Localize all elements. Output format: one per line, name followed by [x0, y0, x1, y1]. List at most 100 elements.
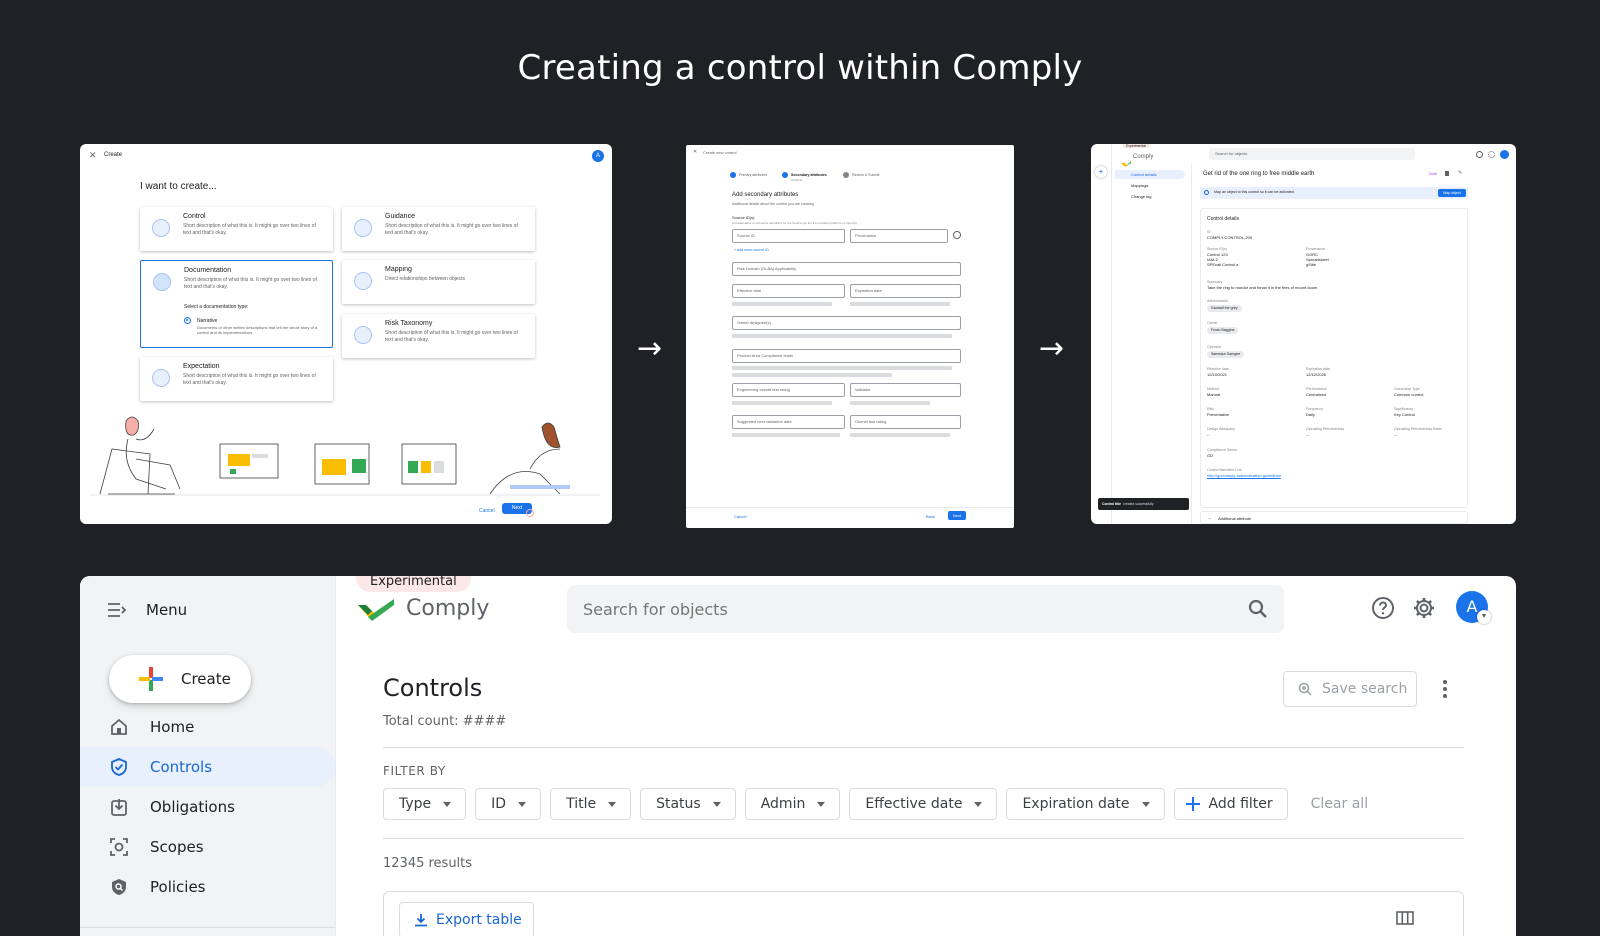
- close-icon[interactable]: ✕: [693, 149, 697, 155]
- details-card: [1200, 208, 1468, 508]
- provenance-select[interactable]: Provenance: [850, 229, 948, 243]
- view-columns-icon[interactable]: [1396, 911, 1414, 925]
- toast: Control title created successfully: [1098, 498, 1189, 510]
- owner-designee-field[interactable]: Owner designee(s): [732, 316, 961, 330]
- search-input[interactable]: Search for objects: [1209, 148, 1415, 160]
- risk-domain-field[interactable]: Risk Domain (GLBA) Applicability: [732, 262, 961, 276]
- delete-icon[interactable]: [1445, 171, 1449, 176]
- document-icon: [153, 273, 171, 291]
- source-id-select[interactable]: Source ID: [732, 229, 845, 243]
- close-icon[interactable]: ✕: [89, 150, 97, 161]
- create-card-guidance[interactable]: Guidance Short description of what this …: [342, 207, 535, 251]
- search-plus-icon: [1298, 682, 1312, 696]
- filter-id[interactable]: ID: [475, 788, 542, 820]
- filter-type[interactable]: Type: [383, 788, 467, 820]
- product-area-field[interactable]: Product Area Compliance leads: [732, 349, 961, 363]
- chevron-down-icon[interactable]: ▼: [1477, 610, 1491, 624]
- owner-chip[interactable]: Frodo Baggins: [1207, 327, 1239, 334]
- nav-control-details[interactable]: Control details: [1115, 170, 1185, 179]
- arrow-1: →: [637, 331, 663, 366]
- shield-check-icon: [111, 758, 127, 776]
- form-subheading: Additional details about the control you…: [732, 202, 814, 206]
- remove-icon[interactable]: [953, 231, 961, 239]
- sidebar-item-obligations[interactable]: Obligations: [80, 787, 335, 827]
- validator-field[interactable]: Validator: [850, 383, 961, 397]
- create-control-form-screenshot: ✕ Create new control Primary attributes …: [686, 145, 1014, 528]
- cancel-button[interactable]: Cancel: [479, 508, 495, 514]
- additional-attribute-toggle[interactable]: ⌄ Additional attribute: [1200, 511, 1468, 524]
- create-card-control[interactable]: Control Short description of what this i…: [140, 207, 333, 251]
- sidebar-item-controls[interactable]: Controls: [80, 747, 335, 787]
- clear-all-button[interactable]: Clear all: [1297, 788, 1382, 820]
- operator-chip[interactable]: Samwise Gamgee: [1207, 351, 1245, 358]
- help-icon[interactable]: [1371, 596, 1395, 620]
- obligations-icon: [111, 799, 127, 816]
- back-button[interactable]: Back: [926, 514, 935, 519]
- mapping-icon: [354, 272, 372, 290]
- form-heading: Add secondary attributes: [732, 192, 799, 198]
- plus-icon: [1185, 797, 1200, 811]
- caret-down-icon: [1141, 801, 1150, 807]
- taxonomy-icon: [354, 326, 372, 344]
- add-filter-button[interactable]: Add filter: [1173, 788, 1288, 820]
- chevron-down-icon: ⌄: [1208, 515, 1212, 520]
- effective-date-field[interactable]: Effective date: [732, 284, 845, 298]
- sidebar-item-home[interactable]: Home: [80, 707, 335, 747]
- filter-title[interactable]: Title: [550, 788, 632, 820]
- filter-expiration-date[interactable]: Expiration date: [1006, 788, 1165, 820]
- search-input[interactable]: [583, 599, 1248, 619]
- add-icon[interactable]: +: [1095, 166, 1107, 178]
- caret-down-icon: [817, 801, 826, 807]
- brand-logo: Comply: [358, 596, 489, 621]
- create-card-expectation[interactable]: Expectation Short description of what th…: [140, 357, 333, 401]
- sidebar-item-policies[interactable]: Policies: [80, 867, 335, 907]
- next-validation-date-field[interactable]: Suggested next validation date: [732, 415, 845, 429]
- save-search-button[interactable]: Save search: [1283, 671, 1417, 707]
- radio-narrative-desc: Documents or other written descriptions …: [197, 325, 318, 335]
- menu-toggle[interactable]: Menu: [108, 598, 187, 622]
- overall-rating-field[interactable]: Overall test rating: [850, 415, 961, 429]
- create-label: Create: [181, 670, 231, 688]
- create-button[interactable]: Create: [109, 655, 251, 703]
- headline: Creating a control within Comply: [517, 48, 1083, 88]
- nav-change-log[interactable]: Change log: [1131, 194, 1151, 199]
- avatar[interactable]: A: [592, 150, 604, 162]
- avatar[interactable]: [1500, 150, 1509, 159]
- export-table-button[interactable]: Export table: [399, 902, 534, 936]
- cancel-button[interactable]: Cancel: [734, 514, 746, 519]
- gear-icon[interactable]: [1412, 596, 1436, 620]
- caret-down-icon: [443, 801, 452, 807]
- divider: [383, 838, 1464, 839]
- help-icon[interactable]: [1476, 151, 1483, 158]
- add-source-link[interactable]: + Add more source ID: [734, 248, 769, 252]
- next-button[interactable]: Next: [948, 511, 966, 520]
- sidebar-item-label: Obligations: [150, 798, 235, 816]
- control-details-screenshot: Experimental Comply Search for objects +…: [1091, 144, 1516, 524]
- caret-down-icon: [608, 801, 617, 807]
- create-card-risk-taxonomy[interactable]: Risk Taxonomy Short description of what …: [342, 314, 535, 358]
- experimental-badge: Experimental: [356, 576, 471, 592]
- section-title: Control details: [1207, 216, 1239, 222]
- search-icon[interactable]: [1248, 599, 1268, 619]
- create-heading: I want to create...: [140, 181, 217, 192]
- expiration-date-field[interactable]: Expiration date: [850, 284, 961, 298]
- filter-effective-date[interactable]: Effective date: [849, 788, 998, 820]
- nav-mappings[interactable]: Mappings: [1131, 183, 1148, 188]
- radio-narrative[interactable]: [184, 317, 191, 324]
- filter-admin[interactable]: Admin: [744, 788, 841, 820]
- engineering-rating-field[interactable]: Engineering overall test rating: [732, 383, 845, 397]
- filter-status[interactable]: Status: [640, 788, 736, 820]
- create-card-documentation[interactable]: Documentation Short description of what …: [140, 260, 333, 348]
- map-object-button[interactable]: Map object: [1438, 189, 1466, 197]
- create-card-mapping[interactable]: Mapping Direct relationships between obj…: [342, 260, 535, 304]
- admin-chip[interactable]: Gandalf the grey: [1207, 305, 1242, 312]
- caret-down-icon: [518, 801, 527, 807]
- filter-chips: Type ID Title Status Admin Effective dat…: [383, 788, 1382, 820]
- gear-icon[interactable]: [1488, 151, 1495, 158]
- edit-icon[interactable]: ✎: [1458, 170, 1462, 176]
- sidebar-item-scopes[interactable]: Scopes: [80, 827, 335, 867]
- more-vert-icon[interactable]: [1440, 678, 1450, 700]
- doc-type-label: Select a documentation type:: [184, 304, 249, 310]
- narrative-link[interactable]: http://go/comply-authentication-guidelin…: [1207, 473, 1281, 478]
- search-bar: [567, 585, 1284, 633]
